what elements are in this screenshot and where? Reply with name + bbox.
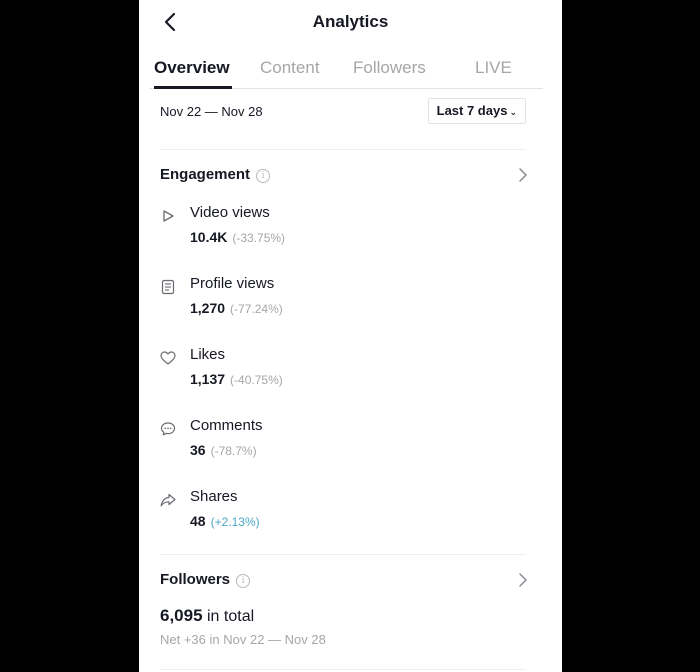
metric-label: Shares [190, 488, 238, 505]
metric-change: (-78.7%) [210, 444, 257, 458]
profile-doc-icon [161, 279, 175, 295]
metric-change: (-33.75%) [232, 231, 286, 245]
play-icon [163, 210, 174, 222]
metric-label: Likes [190, 346, 226, 363]
metric-number: 10.4K [190, 229, 228, 245]
metric-video-views: Video views 10.4K (-33.75%) [160, 202, 562, 273]
metric-change: (-77.24%) [230, 302, 283, 316]
info-icon[interactable]: i [236, 574, 251, 588]
header: Analytics [139, 0, 562, 44]
followers-header[interactable]: Followers i [160, 555, 527, 607]
followers-count: 6,095 [160, 606, 203, 625]
followers-total: 6,095 in total [160, 606, 562, 626]
page-title: Analytics [312, 12, 389, 31]
tab-content[interactable]: Content [260, 58, 320, 78]
section-divider [160, 669, 526, 670]
metric-likes: Likes 1,137 (-40.75%) [160, 344, 562, 415]
metric-value: 1,137 (-40.75%) [190, 371, 283, 387]
tab-followers[interactable]: Followers [353, 58, 426, 78]
followers-net: Net +36 in Nov 22 — Nov 28 [160, 632, 326, 647]
info-icon[interactable]: i [256, 169, 271, 183]
metric-value: 48 (+2.13%) [190, 513, 260, 529]
date-filter-row: Nov 22 — Nov 28 Last 7 days ⌄ [160, 89, 526, 150]
heart-icon [160, 351, 176, 365]
metric-shares: Shares 48 (+2.13%) [160, 486, 562, 557]
tab-live[interactable]: LIVE [475, 58, 512, 78]
date-range: Nov 22 — Nov 28 [160, 104, 263, 119]
metric-label: Video views [190, 204, 270, 221]
followers-total-suffix: in total [207, 608, 255, 625]
share-icon [160, 493, 176, 507]
engagement-metrics: Video views 10.4K (-33.75%) Profile views… [139, 202, 562, 557]
engagement-title-text: Engagement [160, 166, 251, 183]
engagement-header[interactable]: Engagement i [160, 150, 527, 202]
tab-bar: Overview Content Followers LIVE [149, 44, 543, 89]
metric-comments: Comments 36 (-78.7%) [160, 415, 562, 486]
followers-title-text: Followers [160, 571, 231, 588]
metric-number: 1,270 [190, 300, 226, 316]
metric-change: (+2.13%) [210, 515, 260, 529]
metric-number: 48 [190, 513, 206, 529]
tab-overview[interactable]: Overview [154, 58, 230, 78]
comment-icon [160, 422, 176, 436]
metric-value: 1,270 (-77.24%) [190, 300, 283, 316]
metric-value: 10.4K (-33.75%) [190, 229, 285, 245]
metric-label: Comments [190, 417, 263, 434]
metric-number: 1,137 [190, 371, 226, 387]
followers-title: Followers i [160, 571, 251, 588]
chevron-right-icon[interactable] [516, 166, 530, 184]
chevron-down-icon: ⌄ [509, 107, 517, 117]
metric-profile-views: Profile views 1,270 (-77.24%) [160, 273, 562, 344]
chevron-right-icon[interactable] [516, 571, 530, 589]
metric-change: (-40.75%) [230, 373, 283, 387]
metric-number: 36 [190, 442, 206, 458]
metric-label: Profile views [190, 275, 275, 292]
analytics-screen: Analytics Overview Content Followers LIV… [139, 0, 562, 672]
engagement-title: Engagement i [160, 166, 271, 183]
date-range-dropdown[interactable]: Last 7 days ⌄ [427, 98, 526, 124]
date-range-selected: Last 7 days [436, 103, 508, 118]
metric-value: 36 (-78.7%) [190, 442, 257, 458]
